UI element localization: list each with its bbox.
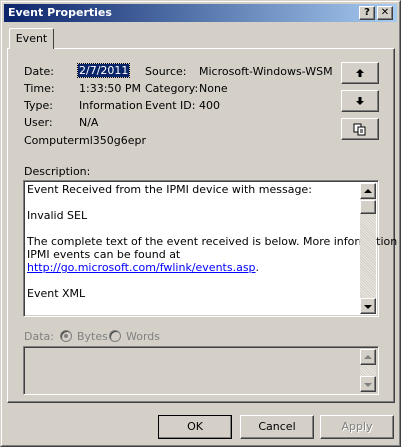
close-icon: ✕ <box>380 7 390 18</box>
description-line-4: Event XML <box>27 287 86 300</box>
scroll-up-button[interactable] <box>360 183 376 199</box>
title-bar[interactable]: Event Properties ? ✕ <box>4 4 397 22</box>
description-label: Description: <box>24 165 91 178</box>
cancel-label: Cancel <box>258 420 296 433</box>
data-scroll-up-button[interactable] <box>360 349 376 365</box>
window-title: Event Properties <box>8 6 112 19</box>
date-value[interactable]: 2/7/2011 <box>76 63 131 78</box>
words-radio[interactable] <box>109 330 121 342</box>
ok-label: OK <box>187 420 203 433</box>
type-label: Type: <box>24 99 53 112</box>
next-event-button[interactable] <box>341 90 379 112</box>
source-label: Source: <box>145 65 187 78</box>
time-label: Time: <box>24 82 55 95</box>
scroll-up-icon <box>364 188 372 193</box>
help-icon: ? <box>364 7 370 18</box>
copy-button[interactable] <box>341 118 379 140</box>
user-label: User: <box>24 116 53 129</box>
data-scroll-down-button[interactable] <box>360 376 376 392</box>
date-value-text: 2/7/2011 <box>76 63 131 78</box>
close-button[interactable]: ✕ <box>377 6 393 20</box>
bytes-label: Bytes <box>77 330 108 343</box>
bytes-radio[interactable] <box>60 330 72 342</box>
apply-label: Apply <box>341 420 373 433</box>
bytes-radio-dot <box>64 334 68 338</box>
data-label: Data: <box>24 330 54 343</box>
previous-event-button[interactable] <box>341 62 379 84</box>
source-value: Microsoft-Windows-WSM <box>199 65 333 78</box>
description-line-2: Invalid SEL <box>27 209 88 222</box>
computer-label: Computer: <box>24 134 83 147</box>
event-properties-dialog: Event Properties ? ✕ Event Date: Time: T… <box>0 0 401 447</box>
copy-icon <box>353 123 366 135</box>
events-link[interactable]: http://go.microsoft.com/fwlink/events.as… <box>27 261 256 274</box>
time-value: 1:33:50 PM <box>79 82 142 95</box>
ok-button[interactable]: OK <box>158 415 232 439</box>
data-scroll-up-icon <box>364 354 372 359</box>
tab-event-label: Event <box>15 32 48 45</box>
computer-value: ml350g6epr <box>79 134 147 147</box>
user-value: N/A <box>79 116 99 129</box>
arrow-up-icon <box>356 69 364 77</box>
data-scrollbar[interactable] <box>360 349 376 392</box>
words-label: Words <box>126 330 161 343</box>
apply-button[interactable]: Apply <box>320 415 394 439</box>
data-textbox[interactable] <box>23 346 379 395</box>
scroll-down-icon <box>364 304 372 309</box>
description-line-3b: IPMI events can be found at <box>27 248 181 261</box>
cancel-button[interactable]: Cancel <box>240 415 314 439</box>
type-value: Information <box>79 99 143 112</box>
description-textbox[interactable]: Event Received from the IPMI device with… <box>23 180 401 317</box>
help-button[interactable]: ? <box>359 6 375 20</box>
category-label: Category: <box>145 82 199 95</box>
description-line-1: Event Received from the IPMI device with… <box>27 183 312 196</box>
link-suffix: . <box>255 261 260 274</box>
tab-event[interactable]: Event <box>9 28 54 49</box>
scroll-thumb[interactable] <box>360 200 376 214</box>
category-value: None <box>199 82 228 95</box>
scroll-down-button[interactable] <box>360 298 376 314</box>
data-scroll-down-icon <box>364 382 372 387</box>
description-text: Event Received from the IPMI device with… <box>27 183 401 313</box>
description-scrollbar[interactable] <box>360 183 376 314</box>
date-label: Date: <box>24 65 54 78</box>
eventid-value: 400 <box>199 99 220 112</box>
description-line-3a: The complete text of the event received … <box>27 235 401 248</box>
eventid-label: Event ID: <box>145 99 196 112</box>
arrow-down-icon <box>356 97 364 105</box>
